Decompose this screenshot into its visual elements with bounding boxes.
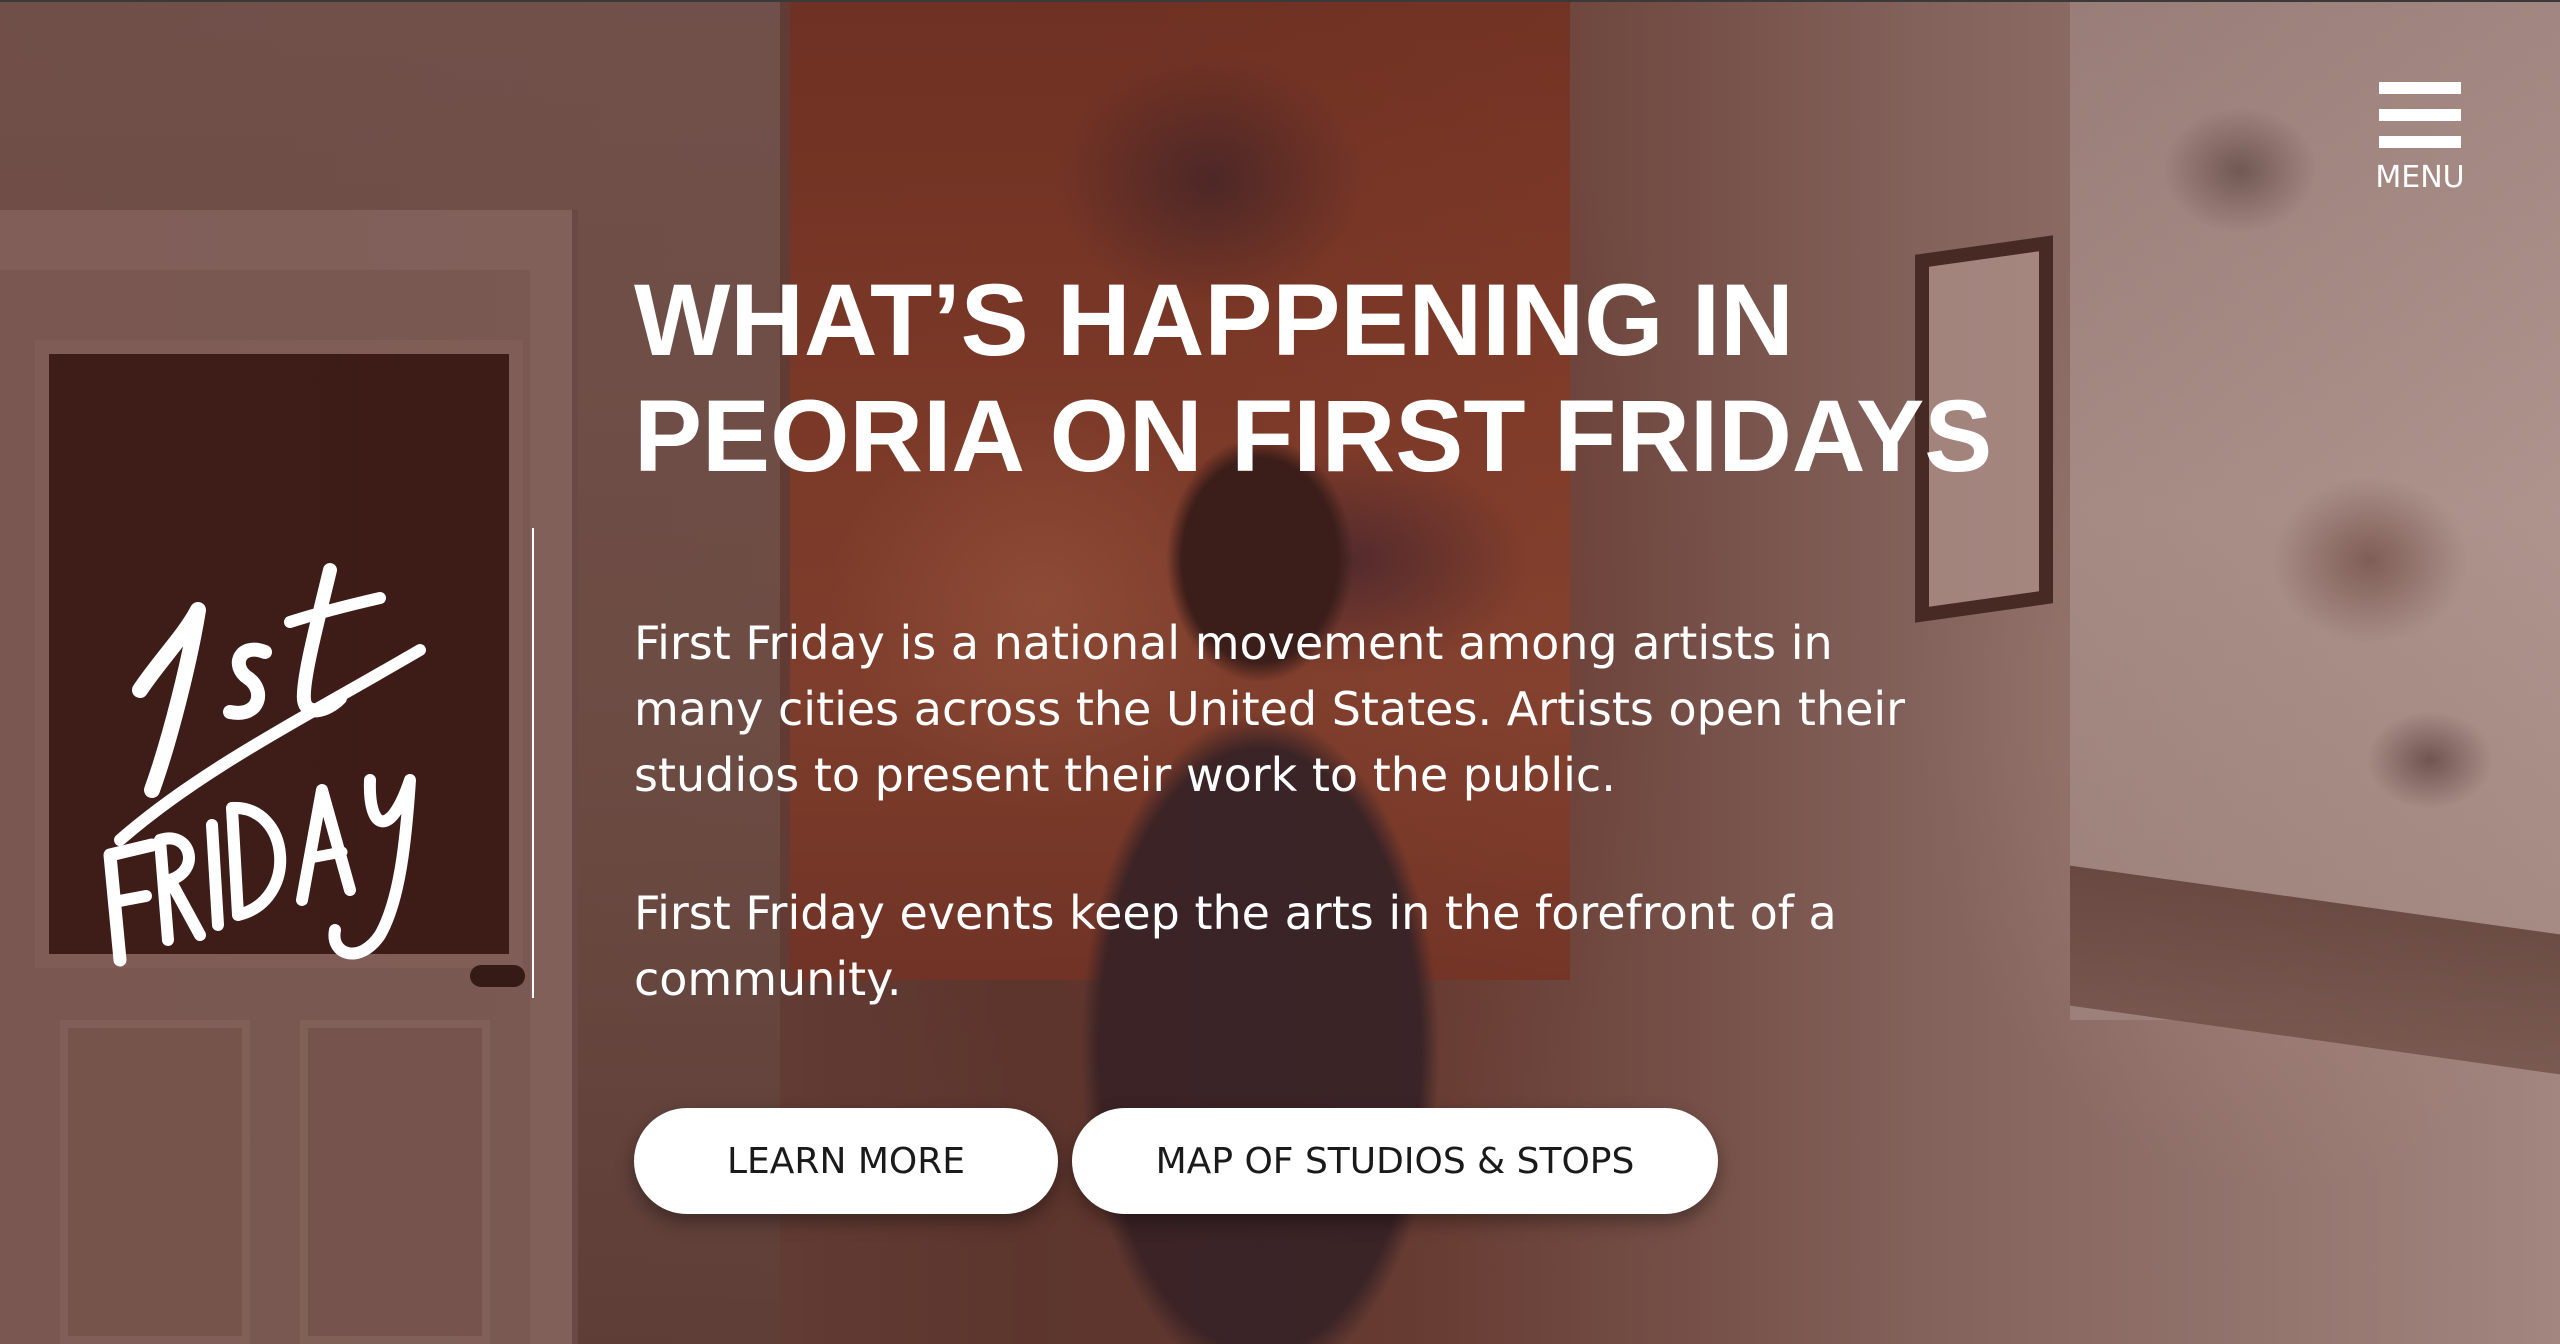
first-friday-logo-artwork (103, 563, 426, 967)
first-friday-logo[interactable] (90, 540, 450, 980)
paragraph-line: First Friday is a national movement amon… (634, 616, 1833, 670)
hero-buttons: LEARN MORE MAP OF STUDIOS & STOPS (634, 1108, 1718, 1214)
hero-section: MENU WHAT’S HAPPENING IN PEORIA ON FIRST… (0, 0, 2560, 1344)
map-of-studios-button[interactable]: MAP OF STUDIOS & STOPS (1072, 1108, 1718, 1214)
headline-line: PEORIA ON FIRST FRIDAYS (634, 379, 1993, 493)
menu-button[interactable]: MENU (2360, 82, 2480, 195)
paragraph-line: studios to present their work to the pub… (634, 748, 1616, 802)
logo-divider (532, 528, 534, 998)
hero-content: WHAT’S HAPPENING IN PEORIA ON FIRST FRID… (634, 262, 1993, 1012)
hamburger-menu-icon[interactable] (2379, 82, 2461, 148)
paragraph-line: many cities across the United States. Ar… (634, 682, 1906, 736)
headline-line: WHAT’S HAPPENING IN (634, 263, 1794, 377)
second-paragraph: First Friday events keep the arts in the… (634, 880, 1914, 1012)
menu-label[interactable]: MENU (2360, 160, 2480, 195)
top-border (0, 0, 2560, 2)
hero-headline: WHAT’S HAPPENING IN PEORIA ON FIRST FRID… (634, 262, 1993, 494)
paragraph-line: First Friday events keep the arts in the… (634, 886, 1837, 940)
intro-paragraph: First Friday is a national movement amon… (634, 610, 1914, 808)
learn-more-button[interactable]: LEARN MORE (634, 1108, 1058, 1214)
paragraph-line: community. (634, 952, 902, 1006)
